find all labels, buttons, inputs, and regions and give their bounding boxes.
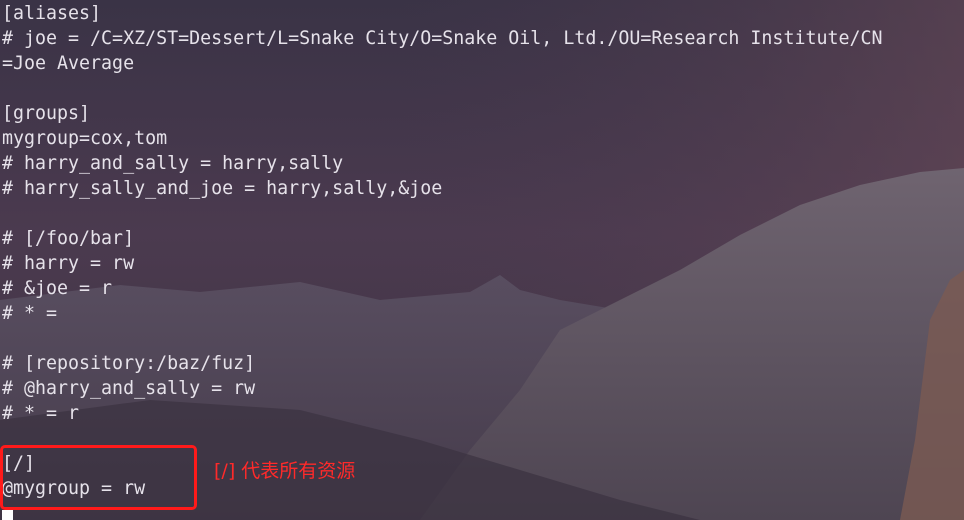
terminal-line: mygroup=cox,tom xyxy=(2,128,168,149)
terminal-line: # harry_sally_and_joe = harry,sally,&joe xyxy=(2,178,443,199)
annotation-note: [/] 代表所有资源 xyxy=(214,460,356,482)
terminal-line: # joe = /C=XZ/ST=Dessert/L=Snake City/O=… xyxy=(2,28,883,49)
highlight-box xyxy=(0,445,197,510)
terminal-line: # @harry_and_sally = rw xyxy=(2,378,256,399)
terminal-line: =Joe Average xyxy=(2,53,135,74)
terminal-line: # [/foo/bar] xyxy=(2,228,135,249)
terminal-line: # * = xyxy=(2,303,58,324)
terminal-line: # harry = rw xyxy=(2,253,135,274)
terminal-line: # * = r xyxy=(2,403,80,424)
terminal-line: # [repository:/baz/fuz] xyxy=(2,353,256,374)
terminal-line: [groups] xyxy=(2,103,91,124)
terminal-line: # &joe = r xyxy=(2,278,113,299)
terminal-cursor xyxy=(2,510,13,520)
terminal-line: [aliases] xyxy=(2,3,102,24)
terminal-line: # harry_and_sally = harry,sally xyxy=(2,153,344,174)
terminal-output: [aliases] # joe = /C=XZ/ST=Dessert/L=Sna… xyxy=(2,1,883,501)
